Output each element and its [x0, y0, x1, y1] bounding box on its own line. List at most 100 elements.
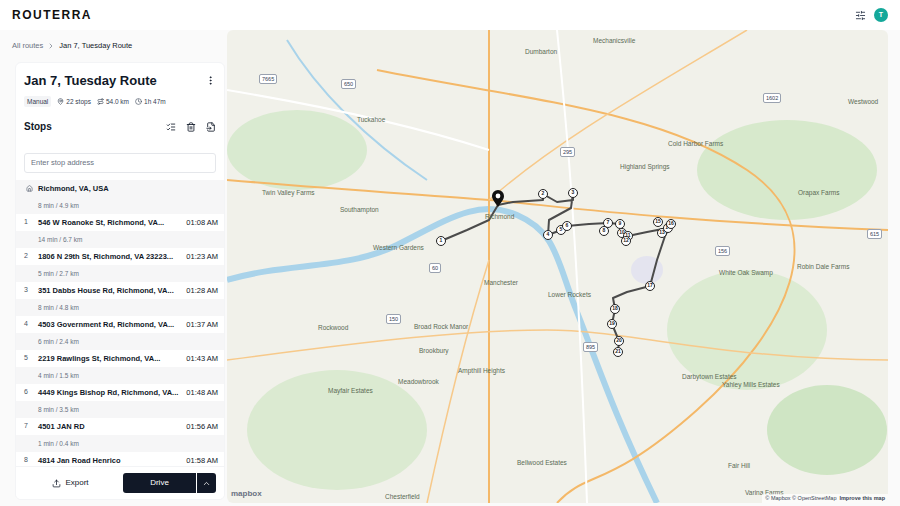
stop-address: 4501 JAN RD	[38, 421, 183, 432]
breadcrumb-item[interactable]: Jan 7, Tuesday Route	[59, 40, 132, 51]
improve-map-link[interactable]: Improve this map	[839, 494, 885, 503]
road-shield: 1602	[763, 93, 781, 103]
map-label: Mechanicsville	[593, 36, 635, 46]
stop-pin[interactable]: 18	[610, 304, 620, 314]
map-label: Brookbury	[419, 346, 449, 356]
map-label: Dumbarton	[525, 47, 557, 57]
leg-info: 8 min / 4.8 km	[16, 299, 224, 316]
stop-number: 8	[24, 455, 35, 466]
breadcrumb: All routes Jan 7, Tuesday Route	[12, 30, 225, 62]
map-label: Southampton	[340, 205, 379, 215]
stop-row[interactable]: 44503 Government Rd, Richmond, VA...01:3…	[16, 316, 224, 333]
stop-pin[interactable]: 6	[562, 221, 572, 231]
chevron-up-icon	[202, 479, 211, 488]
stop-address: 1806 N 29th St, Richmond, VA 23223...	[38, 251, 183, 262]
map-label: Ampthill Heights	[458, 366, 505, 376]
stop-pin[interactable]: 20	[614, 336, 624, 346]
stop-row[interactable]: 1546 W Roanoke St, Richmond, VA...01:08 …	[16, 214, 224, 231]
settings-icon[interactable]	[855, 10, 866, 21]
start-row[interactable]: Richmond, VA, USA	[16, 180, 224, 197]
leg-info: 8 min / 3.5 km	[16, 401, 224, 418]
stop-pin[interactable]: 4	[543, 230, 553, 240]
import-icon[interactable]	[206, 122, 216, 132]
stop-pin[interactable]: 12	[621, 236, 631, 246]
stop-pin[interactable]: 2	[538, 189, 548, 199]
map-label: Richmond	[485, 212, 514, 222]
map-label: Yahley Mills Estates	[722, 380, 780, 390]
stop-number: 5	[24, 353, 35, 364]
drive-button[interactable]: Drive	[123, 473, 196, 493]
drive-options-button[interactable]	[197, 473, 216, 493]
map[interactable]: DumbartonMechanicsvilleTuckahoeHighland …	[227, 30, 888, 503]
stop-row[interactable]: 21806 N 29th St, Richmond, VA 23223...01…	[16, 248, 224, 265]
stop-pin[interactable]: 8	[599, 226, 609, 236]
map-label: Fair Hill	[728, 461, 750, 471]
logo[interactable]: ROUTERRA	[12, 6, 92, 24]
stop-address: 4503 Government Rd, Richmond, VA...	[38, 319, 183, 330]
stop-pin[interactable]: 16	[666, 219, 676, 229]
stop-address: 2219 Rawlings St, Richmond, VA...	[38, 353, 183, 364]
map-label: Manchester	[484, 278, 518, 288]
stop-pin[interactable]: 21	[613, 347, 623, 357]
top-bar: ROUTERRA T	[0, 0, 900, 30]
leg-info: 8 min / 4.9 km	[16, 197, 224, 214]
route-icon	[97, 98, 104, 105]
road-shield: 60	[429, 263, 441, 273]
map-label: Orapax Farms	[798, 188, 840, 198]
route-badge: Manual	[24, 96, 51, 108]
road-shield: 650	[341, 79, 356, 89]
stop-address-input[interactable]	[24, 153, 216, 173]
checklist-icon[interactable]	[166, 122, 176, 132]
stop-address: 4814 Jan Road Henrico	[38, 455, 183, 466]
stop-pin[interactable]: 17	[645, 281, 655, 291]
stop-list: Richmond, VA, USA8 min / 4.9 km1546 W Ro…	[16, 180, 224, 466]
export-icon	[52, 479, 61, 488]
map-label: Mayfair Estates	[328, 386, 373, 396]
trash-icon[interactable]	[186, 122, 196, 132]
avatar[interactable]: T	[874, 8, 888, 22]
stop-pin[interactable]: 1	[436, 236, 446, 246]
stop-row[interactable]: 64449 Kings Bishop Rd, Richmond, VA...01…	[16, 384, 224, 401]
stops-heading: Stops	[24, 119, 52, 134]
map-label: Meadowbrook	[398, 377, 439, 387]
more-icon[interactable]	[205, 75, 216, 86]
leg-info: 1 min / 0.4 km	[16, 435, 224, 452]
map-label: Robin Dale Farms	[797, 262, 849, 272]
home-icon	[24, 185, 35, 192]
stop-row[interactable]: 52219 Rawlings St, Richmond, VA...01:43 …	[16, 350, 224, 367]
export-button[interactable]: Export	[24, 473, 117, 493]
stop-time: 01:23 AM	[186, 251, 218, 262]
leg-info: 6 min / 2.4 km	[16, 333, 224, 350]
leg-info: 5 min / 2.7 km	[16, 265, 224, 282]
stop-pin[interactable]: 15	[653, 217, 663, 227]
stop-pin[interactable]: 19	[607, 319, 617, 329]
road-shield: 150	[386, 314, 401, 324]
stop-pin[interactable]: 3	[568, 188, 578, 198]
stop-number: 7	[24, 421, 35, 432]
stop-row[interactable]: 84814 Jan Road Henrico01:58 AM	[16, 452, 224, 466]
road-shield: 895	[583, 342, 598, 352]
map-label: Highland Springs	[620, 162, 670, 172]
map-label: Chesterfield	[385, 492, 420, 502]
road-shield: 156	[715, 246, 730, 256]
panel-footer: Export Drive	[16, 466, 224, 499]
map-label: Rockwood	[318, 323, 348, 333]
stop-row[interactable]: 74501 JAN RD01:56 AM	[16, 418, 224, 435]
left-column: All routes Jan 7, Tuesday RouteJan 7, Tue…	[12, 30, 225, 506]
stop-number: 1	[24, 217, 35, 228]
depot-pin-icon[interactable]	[491, 190, 505, 208]
stop-time: 01:48 AM	[186, 387, 218, 398]
route-summary: Manual22 stops54.0 km1h 47m	[16, 91, 224, 108]
map-label: Bellwood Estates	[517, 458, 567, 468]
map-attribution: © Mapbox © OpenStreetMapImprove this map	[762, 494, 888, 503]
road-shield: 7665	[259, 74, 277, 84]
stop-time: 01:37 AM	[186, 319, 218, 330]
stop-row[interactable]: 3351 Dabbs House Rd, Richmond, VA...01:2…	[16, 282, 224, 299]
road-shield: 295	[560, 147, 575, 157]
map-label: Broad Rock Manor	[414, 322, 468, 332]
map-label: Cold Harbor Farms	[668, 139, 723, 149]
breadcrumb-item[interactable]: All routes	[12, 40, 43, 51]
map-label: White Oak Swamp	[719, 268, 773, 278]
road-shield: 615	[867, 229, 882, 239]
stop-number: 6	[24, 387, 35, 398]
